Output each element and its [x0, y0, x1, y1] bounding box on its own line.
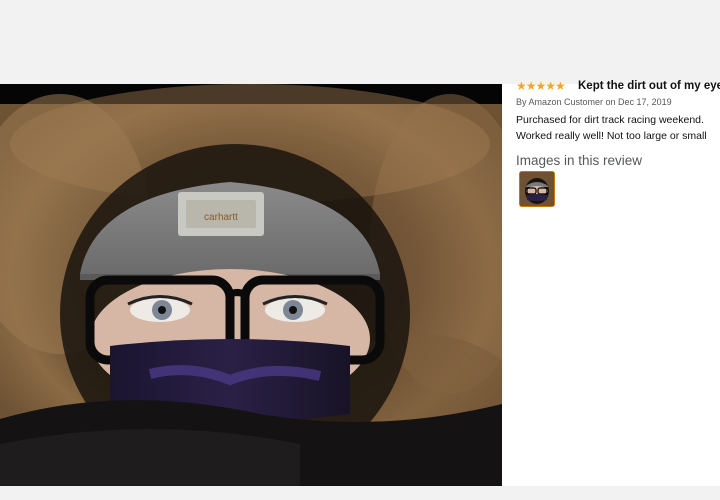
review-title[interactable]: Kept the dirt out of my eyes: [578, 78, 720, 94]
review-photo-illustration: carhartt: [0, 84, 502, 486]
review-byline: By Amazon Customer on Dec 17, 2019: [516, 97, 672, 107]
hat-label-text: carhartt: [204, 212, 238, 223]
star-rating-icon: ★★★★★: [516, 79, 566, 93]
review-body-line: Purchased for dirt track racing weekend.: [516, 114, 704, 126]
review-body: Purchased for dirt track racing weekend.…: [516, 112, 716, 144]
images-in-review-heading: Images in this review: [516, 153, 643, 168]
review-sidebar: ★★★★★ Kept the dirt out of my eyes By Am…: [516, 77, 720, 237]
review-image-thumbnail[interactable]: [519, 171, 555, 207]
review-body-line: Worked really well! Not too large or sma…: [516, 130, 707, 142]
review-photo: carhartt: [0, 84, 502, 486]
thumbnail-image: [520, 172, 554, 206]
